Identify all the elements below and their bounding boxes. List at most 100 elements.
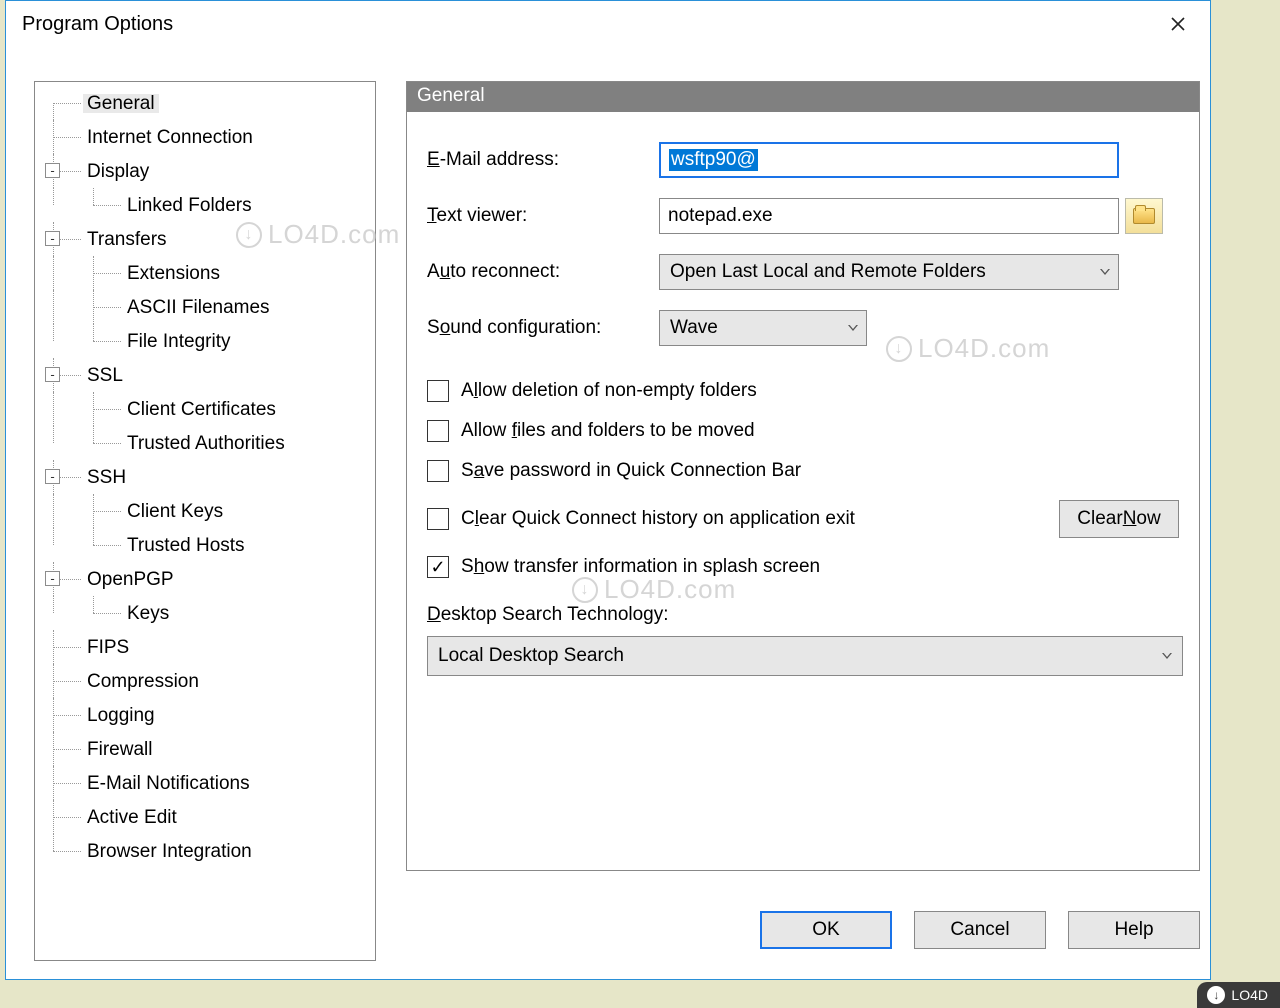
row-allow-move: Allow files and folders to be moved <box>427 420 1179 442</box>
settings-panel: General E-Mail address: wsftp90@ Text vi… <box>406 81 1200 871</box>
chevron-down-icon <box>1100 269 1110 275</box>
label-show-splash: Show transfer information in splash scre… <box>461 556 820 578</box>
row-save-pw: Save password in Quick Connection Bar <box>427 460 1179 482</box>
tree-item-label: FIPS <box>83 638 133 657</box>
row-sound: Sound configuration: Wave <box>427 310 1179 346</box>
cancel-button[interactable]: Cancel <box>914 911 1046 949</box>
tree-item-label: Internet Connection <box>83 128 257 147</box>
tree-item-file-integrity[interactable]: File Integrity <box>43 324 375 358</box>
dialog-body: General Internet Connection - Display Linked… <box>34 81 1200 969</box>
browse-button[interactable] <box>1125 198 1163 234</box>
titlebar: Program Options <box>6 1 1210 47</box>
tree-item-label: Linked Folders <box>123 196 256 215</box>
tree-item-display[interactable]: - Display <box>43 154 375 188</box>
tree-toggle-icon[interactable]: - <box>45 231 60 246</box>
checkbox-clear-history[interactable] <box>427 508 449 530</box>
tree-item-transfers[interactable]: - Transfers <box>43 222 375 256</box>
tree-item-label: Trusted Authorities <box>123 434 289 453</box>
tree-item-client-keys[interactable]: Client Keys <box>43 494 375 528</box>
label-textviewer: Text viewer: <box>427 205 659 227</box>
badge-text: LO4D <box>1231 987 1268 1003</box>
tree-toggle-icon[interactable]: - <box>45 571 60 586</box>
row-clear-hist: Clear Quick Connect history on applicati… <box>427 500 1179 538</box>
tree-item-ascii-filenames[interactable]: ASCII Filenames <box>43 290 375 324</box>
row-show-splash: ✓ Show transfer information in splash sc… <box>427 556 1179 578</box>
row-email: E-Mail address: wsftp90@ <box>427 142 1179 178</box>
tree-item-label: General <box>83 94 159 113</box>
tree-toggle-icon[interactable]: - <box>45 163 60 178</box>
dialog-window: Program Options General Internet Connecti… <box>5 0 1211 980</box>
tree-item-label: Transfers <box>83 230 171 249</box>
tree-item-logging[interactable]: Logging <box>43 698 375 732</box>
window-title: Program Options <box>22 13 173 36</box>
tree-toggle-icon[interactable]: - <box>45 367 60 382</box>
desktop-search-value: Local Desktop Search <box>438 645 624 667</box>
checkbox-allow-delete[interactable] <box>427 380 449 402</box>
auto-reconnect-value: Open Last Local and Remote Folders <box>670 261 986 283</box>
label-desktop-search: Desktop Search Technology: <box>427 604 1179 626</box>
sound-value: Wave <box>670 317 718 339</box>
tree-item-firewall[interactable]: Firewall <box>43 732 375 766</box>
tree-item-fips[interactable]: FIPS <box>43 630 375 664</box>
tree-item-extensions[interactable]: Extensions <box>43 256 375 290</box>
tree-item-active-edit[interactable]: Active Edit <box>43 800 375 834</box>
desktop-search-select[interactable]: Local Desktop Search <box>427 636 1183 676</box>
chevron-down-icon <box>1162 653 1172 659</box>
tree-item-internet-connection[interactable]: Internet Connection <box>43 120 375 154</box>
clear-now-button[interactable]: Clear Now <box>1059 500 1179 538</box>
tree-item-browser-integration[interactable]: Browser Integration <box>43 834 375 868</box>
tree-item-label: Firewall <box>83 740 156 759</box>
tree-item-label: Compression <box>83 672 203 691</box>
tree-item-label: Keys <box>123 604 173 623</box>
auto-reconnect-select[interactable]: Open Last Local and Remote Folders <box>659 254 1119 290</box>
footer-buttons: OK Cancel Help <box>406 911 1200 949</box>
tree-item-label: Browser Integration <box>83 842 256 861</box>
row-autoreconnect: Auto reconnect: Open Last Local and Remo… <box>427 254 1179 290</box>
tree-item-trusted-authorities[interactable]: Trusted Authorities <box>43 426 375 460</box>
ok-button[interactable]: OK <box>760 911 892 949</box>
tree-item-compression[interactable]: Compression <box>43 664 375 698</box>
options-tree[interactable]: General Internet Connection - Display Linked… <box>34 81 376 961</box>
row-allow-delete: Allow deletion of non-empty folders <box>427 380 1179 402</box>
label-save-pw: Save password in Quick Connection Bar <box>461 460 801 482</box>
label-sound: Sound configuration: <box>427 317 659 339</box>
checkbox-save-pw[interactable] <box>427 460 449 482</box>
help-button[interactable]: Help <box>1068 911 1200 949</box>
panel-header: General <box>407 82 1199 112</box>
email-field[interactable]: wsftp90@ <box>659 142 1119 178</box>
tree-item-label: SSL <box>83 366 127 385</box>
tree-item-label: ASCII Filenames <box>123 298 274 317</box>
tree-item-label: Logging <box>83 706 159 725</box>
tree-item-label: Trusted Hosts <box>123 536 249 555</box>
tree-item-label: Active Edit <box>83 808 181 827</box>
download-icon: ↓ <box>1207 986 1225 1004</box>
label-email: E-Mail address: <box>427 149 659 171</box>
checkbox-show-splash[interactable]: ✓ <box>427 556 449 578</box>
text-viewer-field[interactable] <box>659 198 1119 234</box>
tree-item-label: Client Keys <box>123 502 227 521</box>
close-icon[interactable] <box>1158 8 1198 40</box>
tree-item-e-mail-notifications[interactable]: E-Mail Notifications <box>43 766 375 800</box>
checkbox-allow-move[interactable] <box>427 420 449 442</box>
tree-item-label: Display <box>83 162 153 181</box>
tree-item-trusted-hosts[interactable]: Trusted Hosts <box>43 528 375 562</box>
tree-item-general[interactable]: General <box>43 86 375 120</box>
panel-body: E-Mail address: wsftp90@ Text viewer: Au… <box>427 142 1179 858</box>
folder-icon <box>1133 208 1155 224</box>
tree-item-label: File Integrity <box>123 332 234 351</box>
tree-toggle-icon[interactable]: - <box>45 469 60 484</box>
tree-item-linked-folders[interactable]: Linked Folders <box>43 188 375 222</box>
tree-item-ssh[interactable]: -SSH <box>43 460 375 494</box>
label-allow-delete: Allow deletion of non-empty folders <box>461 380 757 402</box>
row-textviewer: Text viewer: <box>427 198 1179 234</box>
chevron-down-icon <box>848 325 858 331</box>
label-clear-history: Clear Quick Connect history on applicati… <box>461 508 855 530</box>
tree-item-openpgp[interactable]: - OpenPGP <box>43 562 375 596</box>
label-allow-move: Allow files and folders to be moved <box>461 420 755 442</box>
tree-item-client-certificates[interactable]: Client Certificates <box>43 392 375 426</box>
tree-item-label: OpenPGP <box>83 570 178 589</box>
tree-item-ssl[interactable]: - SSL <box>43 358 375 392</box>
tree-item-keys[interactable]: Keys <box>43 596 375 630</box>
tree-item-label: Extensions <box>123 264 224 283</box>
sound-select[interactable]: Wave <box>659 310 867 346</box>
